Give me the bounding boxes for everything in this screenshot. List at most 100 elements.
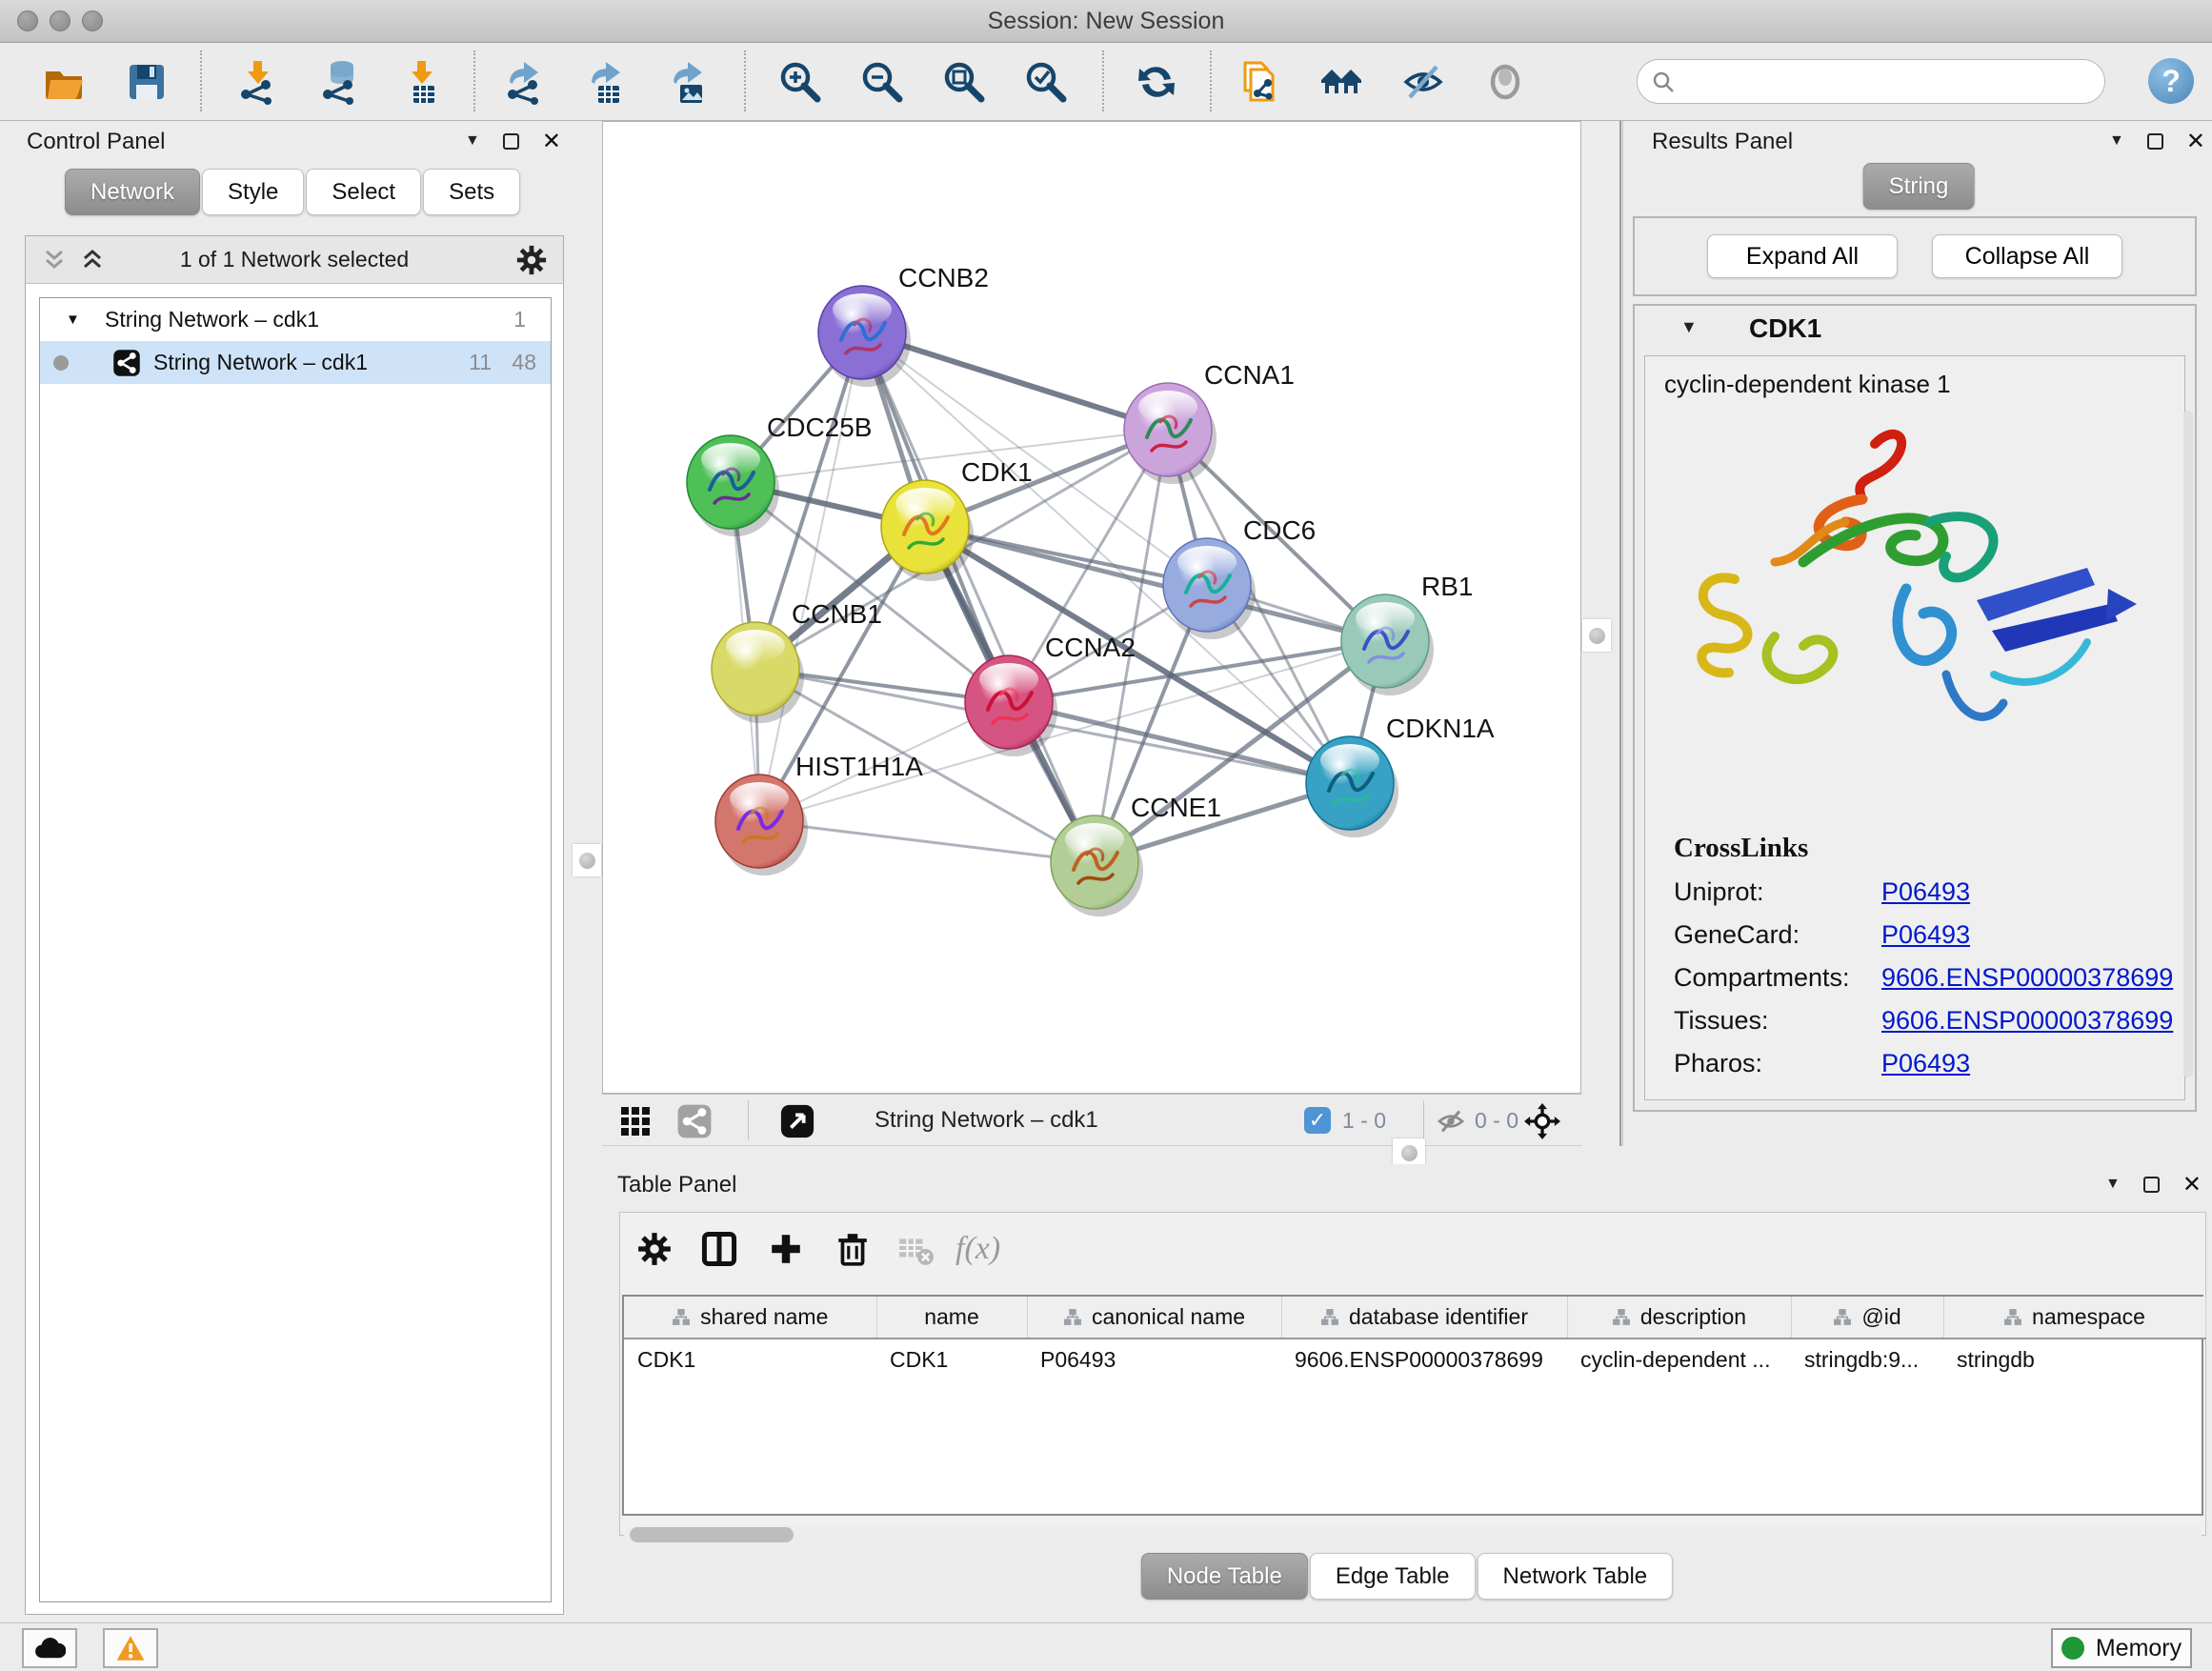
network-options-gear-icon[interactable] <box>515 244 548 276</box>
column-header-description[interactable]: description <box>1567 1297 1791 1339</box>
node-label-CCNB1: CCNB1 <box>792 599 882 629</box>
panel-float-icon[interactable]: ▼ <box>2105 1176 2121 1193</box>
import-network-file-button[interactable] <box>235 58 281 106</box>
expand-all-button[interactable]: Expand All <box>1707 234 1898 278</box>
network-node-CDK1[interactable] <box>881 480 974 581</box>
hide-selected-button[interactable] <box>1400 58 1446 106</box>
vertical-splitter[interactable] <box>1619 121 1623 1146</box>
grid-view-icon[interactable] <box>617 1103 654 1139</box>
vertical-splitter-handle[interactable] <box>573 844 601 876</box>
search-input[interactable] <box>1676 69 2104 95</box>
panel-maximize-icon[interactable] <box>503 133 519 150</box>
column-header-database-identifier[interactable]: database identifier <box>1281 1297 1567 1339</box>
tab-select[interactable]: Select <box>306 169 421 215</box>
tab-sets[interactable]: Sets <box>423 169 520 215</box>
create-column-plus-icon[interactable] <box>765 1228 807 1270</box>
network-icon <box>112 349 141 377</box>
toolbar-group <box>1237 58 1528 106</box>
tab-style[interactable]: Style <box>202 169 304 215</box>
crosslink-link[interactable]: P06493 <box>1881 1049 1970 1078</box>
network-node-CCNA1[interactable] <box>1124 383 1217 484</box>
import-network-database-button[interactable] <box>317 58 363 106</box>
panel-maximize-icon[interactable] <box>2143 1177 2160 1193</box>
column-header-shared-name[interactable]: shared name <box>624 1297 876 1339</box>
export-table-button[interactable] <box>584 58 630 106</box>
help-button[interactable]: ? <box>2148 58 2194 104</box>
panel-maximize-icon[interactable] <box>2147 133 2163 150</box>
table-box: f(x) shared namenamecanonical namedataba… <box>619 1212 2206 1536</box>
memory-button[interactable]: Memory <box>2051 1628 2192 1668</box>
vertical-splitter-handle[interactable] <box>1582 619 1611 652</box>
network-list: ▼ String Network – cdk1 1 String Network… <box>39 297 552 1602</box>
panel-float-icon[interactable]: ▼ <box>2109 132 2124 150</box>
refresh-view-button[interactable] <box>1134 58 1179 106</box>
column-header-name[interactable]: name <box>876 1297 1027 1339</box>
tab-edge-table[interactable]: Edge Table <box>1310 1553 1476 1600</box>
column-header-namespace[interactable]: namespace <box>1943 1297 2205 1339</box>
table-row[interactable]: CDK1CDK1P064939606.ENSP00000378699cyclin… <box>624 1339 2205 1380</box>
hidden-eye-icon[interactable] <box>1433 1103 1469 1139</box>
show-columns-icon[interactable] <box>698 1228 740 1270</box>
network-node-CCNB2[interactable] <box>818 286 911 387</box>
panel-close-icon[interactable]: ✕ <box>2186 133 2205 150</box>
open-file-button[interactable] <box>42 58 88 106</box>
cloud-status-button[interactable] <box>22 1628 77 1668</box>
column-header--id[interactable]: @id <box>1791 1297 1943 1339</box>
selected-nodes-checkbox-icon[interactable]: ✓ <box>1304 1107 1331 1134</box>
tab-string[interactable]: String <box>1863 163 1975 210</box>
zoom-in-button[interactable] <box>777 58 823 106</box>
import-table-file-button[interactable] <box>399 58 445 106</box>
network-collection-row[interactable]: ▼ String Network – cdk1 1 <box>40 298 551 341</box>
control-panel-title: Control Panel <box>27 129 165 155</box>
crosslink-link[interactable]: 9606.ENSP00000378699 <box>1881 963 2173 993</box>
tree-expand-icon[interactable]: ▼ <box>66 312 80 328</box>
crosslink-link[interactable]: P06493 <box>1881 877 1970 907</box>
delete-column-trash-icon[interactable] <box>832 1228 874 1270</box>
network-node-CCNE1[interactable] <box>1051 815 1143 916</box>
crosslink-link[interactable]: 9606.ENSP00000378699 <box>1881 1006 2173 1036</box>
panel-float-icon[interactable]: ▼ <box>465 132 480 150</box>
control-panel-tabs: NetworkStyleSelectSets <box>65 169 520 215</box>
tab-node-table[interactable]: Node Table <box>1141 1553 1308 1600</box>
tab-network[interactable]: Network <box>65 169 200 215</box>
zoom-fit-button[interactable] <box>941 58 987 106</box>
column-header-canonical-name[interactable]: canonical name <box>1027 1297 1281 1339</box>
search-icon <box>1651 70 1676 94</box>
section-collapse-icon[interactable]: ▼ <box>1680 317 1698 337</box>
network-node-CCNA2[interactable] <box>965 655 1057 756</box>
network-row-selected[interactable]: String Network – cdk1 11 48 <box>40 341 551 384</box>
scrollbar-thumb[interactable] <box>630 1527 794 1542</box>
table-options-gear-icon[interactable] <box>633 1228 675 1270</box>
fit-selected-crosshair-icon[interactable] <box>1524 1103 1560 1139</box>
horizontal-splitter-handle[interactable] <box>1393 1138 1425 1167</box>
crosslink-link[interactable]: P06493 <box>1881 920 1970 950</box>
panel-close-icon[interactable]: ✕ <box>2182 1177 2202 1193</box>
save-session-button[interactable] <box>124 58 170 106</box>
tab-network-table[interactable]: Network Table <box>1478 1553 1674 1600</box>
collapse-all-button[interactable]: Collapse All <box>1932 234 2122 278</box>
title-bar: Session: New Session <box>0 0 2212 43</box>
network-node-RB1[interactable] <box>1341 594 1434 695</box>
first-neighbors-button[interactable] <box>1318 58 1364 106</box>
show-graphics-details-button[interactable] <box>1482 58 1528 106</box>
zoom-out-button[interactable] <box>859 58 905 106</box>
network-node-CDC25B[interactable] <box>687 435 779 536</box>
birdseye-view-icon[interactable] <box>779 1103 815 1139</box>
export-image-button[interactable] <box>666 58 712 106</box>
zoom-selected-button[interactable] <box>1023 58 1069 106</box>
node-label-CCNE1: CCNE1 <box>1131 793 1221 822</box>
network-snapshot-button[interactable] <box>1237 58 1282 106</box>
network-canvas[interactable]: CCNB2 CCNA1 CDC25B CDK1 CDC6 RB1 CCNB1 C… <box>602 121 1581 1094</box>
horizontal-splitter[interactable] <box>602 1146 2212 1164</box>
network-node-HIST1H1A[interactable] <box>715 775 808 876</box>
gene-section-header[interactable]: ▼ CDK1 <box>1635 306 2195 352</box>
splitter-dot-icon <box>1589 628 1605 644</box>
warnings-button[interactable] <box>103 1628 158 1668</box>
network-node-CDKN1A[interactable] <box>1306 736 1398 837</box>
save-session-icon <box>124 59 170 105</box>
export-network-button[interactable] <box>502 58 548 106</box>
show-graphics-details-icon <box>1482 59 1528 105</box>
network-share-icon[interactable] <box>676 1103 713 1139</box>
results-scrollbar[interactable] <box>2183 411 2193 1077</box>
panel-close-icon[interactable]: ✕ <box>542 133 561 150</box>
